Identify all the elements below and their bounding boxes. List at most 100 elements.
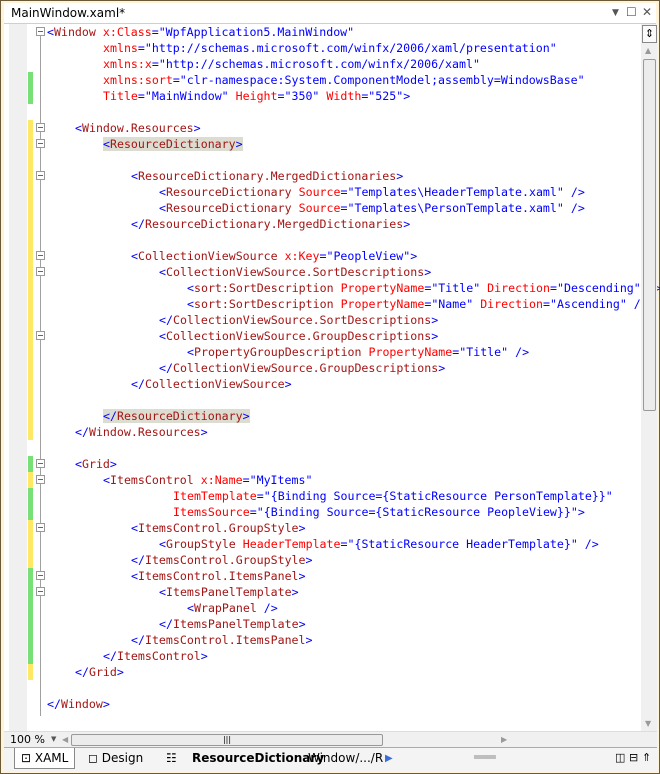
code-line[interactable]: <ItemsControl.ItemsPanel> bbox=[4, 568, 641, 584]
editor-window: MainWindow.xaml* ▼ ☐ ✕ <Window x:Class="… bbox=[0, 0, 660, 774]
code-line[interactable]: xmlns:x="http://schemas.microsoft.com/wi… bbox=[4, 56, 641, 72]
value-token: "Ascending" bbox=[550, 297, 627, 311]
code-line[interactable]: </CollectionViewSource.GroupDescriptions… bbox=[4, 360, 641, 376]
code-line[interactable]: <ResourceDictionary> bbox=[4, 136, 641, 152]
code-line[interactable]: <CollectionViewSource x:Key="PeopleView"… bbox=[4, 248, 641, 264]
collapse-icon[interactable] bbox=[36, 475, 45, 484]
code-line[interactable]: </Window.Resources> bbox=[4, 424, 641, 440]
code-text: <CollectionViewSource x:Key="PeopleView"… bbox=[131, 248, 417, 264]
code-line[interactable]: <Window x:Class="WpfApplication5.MainWin… bbox=[4, 24, 641, 40]
collapse-icon[interactable] bbox=[36, 267, 45, 276]
code-line[interactable]: <ResourceDictionary.MergedDictionaries> bbox=[4, 168, 641, 184]
collapse-icon[interactable] bbox=[36, 27, 45, 36]
document-title[interactable]: MainWindow.xaml* bbox=[11, 6, 125, 20]
zoom-level[interactable]: 100 % bbox=[10, 733, 45, 746]
code-line[interactable]: </ItemsControl.ItemsPanel> bbox=[4, 632, 641, 648]
scroll-up-icon[interactable]: ▲ bbox=[645, 46, 651, 55]
dropdown-icon[interactable]: ▼ bbox=[612, 8, 619, 18]
punctuation-token: < bbox=[159, 537, 166, 551]
tab-design[interactable]: ◻ Design bbox=[82, 748, 149, 768]
code-line[interactable]: </CollectionViewSource.SortDescriptions> bbox=[4, 312, 641, 328]
vertical-scroll-thumb[interactable] bbox=[643, 59, 656, 411]
code-line[interactable]: <Grid> bbox=[4, 456, 641, 472]
breadcrumb-path[interactable]: Window/.../R bbox=[308, 751, 383, 765]
code-line[interactable]: </ItemsPanelTemplate> bbox=[4, 616, 641, 632]
change-marker bbox=[28, 120, 33, 136]
breadcrumb-current[interactable]: ResourceDictionary bbox=[192, 751, 324, 765]
code-line[interactable]: </Grid> bbox=[4, 664, 641, 680]
punctuation-token: > bbox=[431, 329, 439, 343]
scroll-right-icon[interactable]: ▶ bbox=[501, 735, 507, 744]
code-line[interactable]: </CollectionViewSource> bbox=[4, 376, 641, 392]
code-line[interactable]: <GroupStyle HeaderTemplate="{StaticResou… bbox=[4, 536, 641, 552]
collapse-icon[interactable] bbox=[36, 123, 45, 132]
collapse-icon[interactable] bbox=[36, 571, 45, 580]
code-line[interactable]: <ItemsPanelTemplate> bbox=[4, 584, 641, 600]
breadcrumb-more-icon[interactable]: ▶ bbox=[385, 753, 393, 764]
punctuation-token: /> bbox=[563, 185, 585, 199]
code-line[interactable]: </ItemsControl.GroupStyle> bbox=[4, 552, 641, 568]
code-line[interactable]: <CollectionViewSource.SortDescriptions> bbox=[4, 264, 641, 280]
code-line[interactable]: </ItemsControl> bbox=[4, 648, 641, 664]
punctuation-token: /> bbox=[256, 601, 278, 615]
code-line[interactable]: ItemsSource="{Binding Source={StaticReso… bbox=[4, 504, 641, 520]
punctuation-token: < bbox=[131, 249, 138, 263]
maximize-icon[interactable]: ☐ bbox=[626, 5, 637, 19]
code-line[interactable] bbox=[4, 392, 641, 408]
code-line[interactable]: <WrapPanel /> bbox=[4, 600, 641, 616]
code-line[interactable]: <sort:SortDescription PropertyName = "Name… bbox=[4, 296, 648, 312]
document-outline-icon[interactable]: ☷ bbox=[166, 751, 177, 765]
scroll-left-icon[interactable]: ◀ bbox=[62, 735, 68, 744]
code-editor[interactable]: <Window x:Class="WpfApplication5.MainWin… bbox=[4, 24, 660, 731]
code-line[interactable] bbox=[4, 232, 641, 248]
horizontal-scroll-thumb[interactable]: ||| bbox=[71, 734, 383, 746]
code-line[interactable]: <Window.Resources> bbox=[4, 120, 641, 136]
collapse-icon[interactable] bbox=[36, 139, 45, 148]
code-line[interactable]: <ResourceDictionary Source="Templates\Pe… bbox=[4, 200, 641, 216]
code-line[interactable]: <ResourceDictionary Source="Templates\He… bbox=[4, 184, 641, 200]
code-line[interactable] bbox=[4, 680, 641, 696]
code-line[interactable]: </ResourceDictionary.MergedDictionaries> bbox=[4, 216, 641, 232]
collapse-icon[interactable] bbox=[36, 331, 45, 340]
code-line[interactable]: </ResourceDictionary> bbox=[4, 408, 641, 424]
vertical-split-icon[interactable]: ◫ bbox=[615, 751, 625, 764]
code-line[interactable]: xmlns="http://schemas.microsoft.com/winf… bbox=[4, 40, 641, 56]
code-line[interactable]: ItemTemplate="{Binding Source={StaticRes… bbox=[4, 488, 641, 504]
splitter-handle[interactable]: ═══ bbox=[474, 750, 496, 764]
code-line[interactable]: <PropertyGroupDescription PropertyName="… bbox=[4, 344, 641, 360]
change-marker bbox=[28, 408, 33, 424]
split-icon[interactable]: ⇕ bbox=[642, 25, 657, 43]
punctuation-token: = bbox=[550, 281, 557, 295]
code-line[interactable]: xmlns:sort="clr-namespace:System.Compone… bbox=[4, 72, 641, 88]
punctuation-token: > bbox=[298, 617, 306, 631]
vertical-scrollbar[interactable]: ⇕ ▲ ▼ bbox=[641, 24, 657, 731]
collapse-pane-icon[interactable]: ⇑ bbox=[642, 751, 651, 764]
collapse-icon[interactable] bbox=[36, 251, 45, 260]
punctuation-token: </ bbox=[47, 697, 61, 711]
code-line[interactable]: <ItemsControl x:Name="MyItems" bbox=[4, 472, 641, 488]
collapse-icon[interactable] bbox=[36, 587, 45, 596]
close-icon[interactable]: ✕ bbox=[642, 5, 652, 19]
tab-xaml[interactable]: ⊡ XAML bbox=[14, 748, 76, 769]
scroll-down-icon[interactable]: ▼ bbox=[645, 719, 651, 728]
code-line[interactable]: <ItemsControl.GroupStyle> bbox=[4, 520, 641, 536]
code-line[interactable]: <CollectionViewSource.GroupDescriptions> bbox=[4, 328, 641, 344]
code-line[interactable]: </Window> bbox=[4, 696, 641, 712]
code-line[interactable] bbox=[4, 152, 641, 168]
collapse-icon[interactable] bbox=[36, 523, 45, 532]
code-line[interactable] bbox=[4, 104, 641, 120]
punctuation-token: < bbox=[159, 265, 166, 279]
code-text: <ItemsControl.GroupStyle> bbox=[131, 520, 306, 536]
punctuation-token: > bbox=[200, 425, 208, 439]
change-marker bbox=[28, 232, 33, 248]
collapse-icon[interactable] bbox=[36, 459, 45, 468]
code-line[interactable]: <sort:SortDescription PropertyName = "Titl… bbox=[4, 280, 660, 296]
code-text: <CollectionViewSource.GroupDescriptions> bbox=[159, 328, 438, 344]
zoom-dropdown-icon[interactable]: ▼ bbox=[51, 735, 56, 743]
value-token: "http://schemas.microsoft.com/winfx/2006… bbox=[144, 41, 557, 55]
code-line[interactable]: Title="MainWindow" Height="350" Width="5… bbox=[4, 88, 641, 104]
collapse-icon[interactable] bbox=[36, 171, 45, 180]
code-text: <WrapPanel /> bbox=[187, 600, 278, 616]
horizontal-split-icon[interactable]: ⊟ bbox=[629, 751, 638, 764]
code-line[interactable] bbox=[4, 440, 641, 456]
